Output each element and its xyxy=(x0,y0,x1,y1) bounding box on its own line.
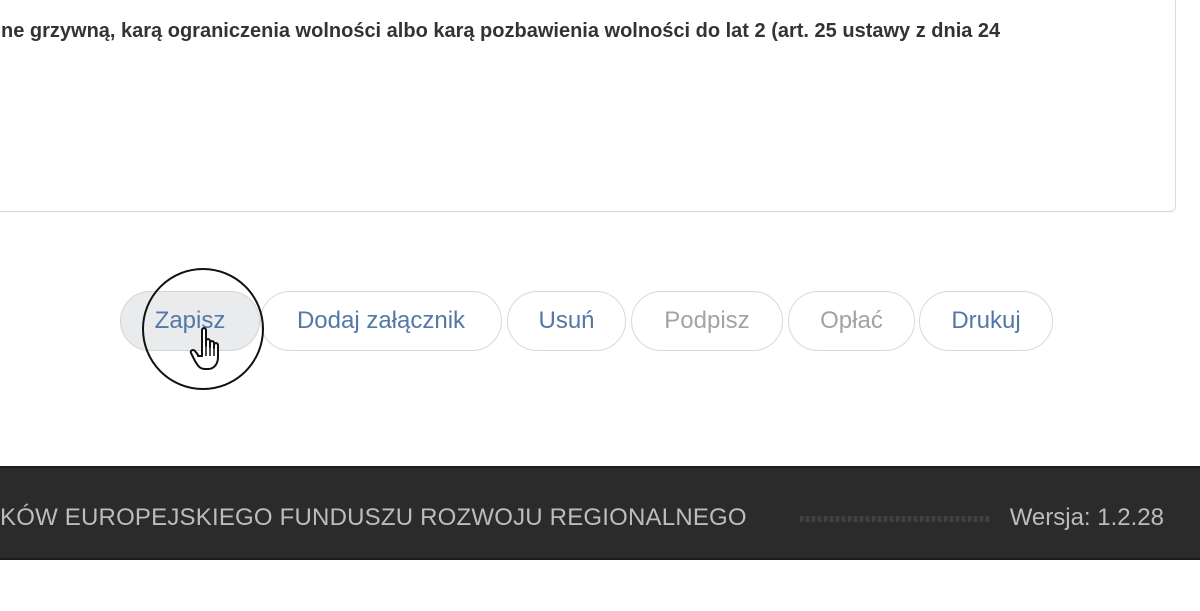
print-button[interactable]: Drukuj xyxy=(919,291,1053,351)
add-attachment-button[interactable]: Dodaj załącznik xyxy=(260,291,502,351)
footer-bar: KÓW EUROPEJSKIEGO FUNDUSZU ROZWOJU REGIO… xyxy=(0,466,1200,560)
save-button[interactable]: Zapisz xyxy=(120,291,260,351)
footer-program-name: KÓW EUROPEJSKIEGO FUNDUSZU ROZWOJU REGIO… xyxy=(0,504,747,531)
footer-divider-texture xyxy=(800,516,990,522)
sign-button[interactable]: Podpisz xyxy=(631,291,783,351)
content-text: ne grzywną, karą ograniczenia wolności a… xyxy=(1,20,1001,42)
pay-button[interactable]: Opłać xyxy=(788,291,915,351)
content-text-panel: ne grzywną, karą ograniczenia wolności a… xyxy=(0,0,1176,212)
delete-button[interactable]: Usuń xyxy=(507,291,626,351)
footer-version: Wersja: 1.2.28 xyxy=(1009,504,1164,531)
page: ne grzywną, karą ograniczenia wolności a… xyxy=(0,0,1200,611)
